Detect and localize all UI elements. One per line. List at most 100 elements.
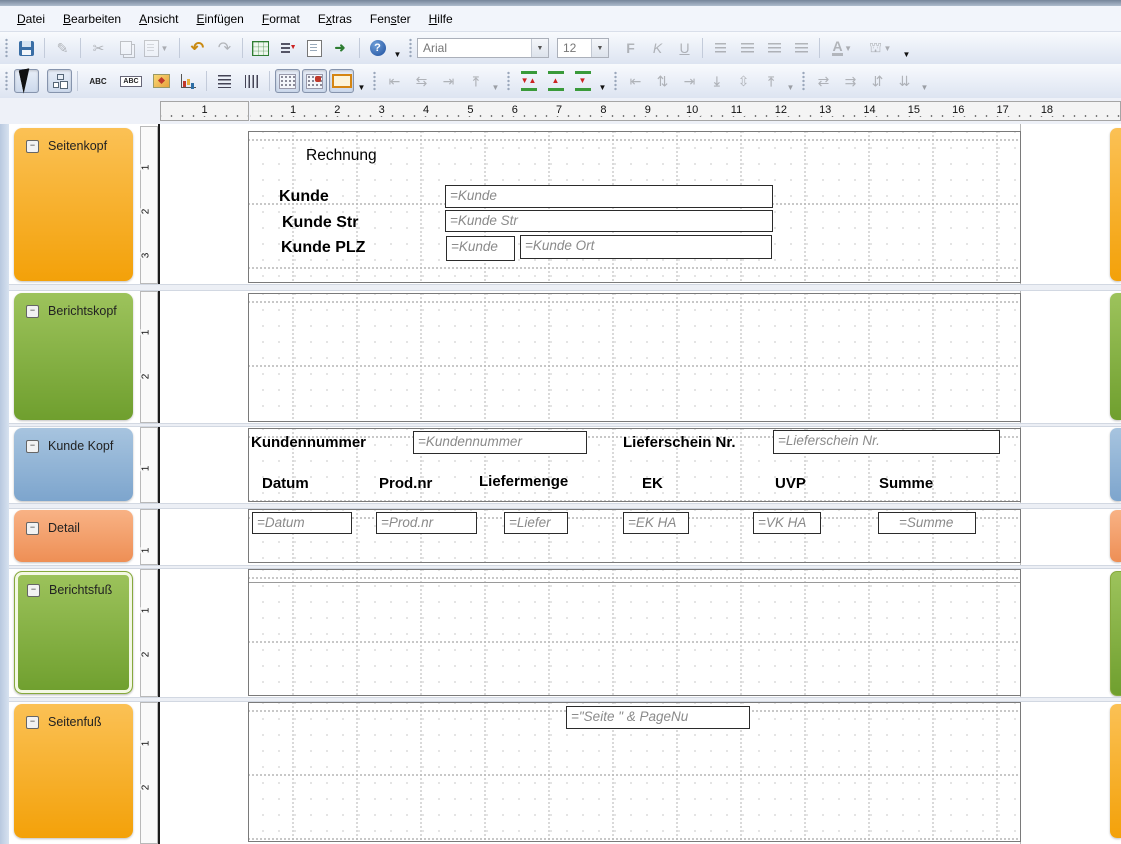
menu-format[interactable]: Format (253, 8, 309, 30)
insert-table-button[interactable] (248, 36, 273, 60)
collapse-icon[interactable]: − (26, 440, 39, 453)
distribute-increase-button[interactable]: ⇉ (838, 69, 863, 93)
toolbar-grip[interactable] (506, 71, 511, 91)
kunde-ort-field[interactable]: =Kunde Ort (520, 235, 772, 259)
text-box-button[interactable]: ABC (115, 69, 147, 93)
section-shrink-bottom-button[interactable]: ▼ (570, 69, 595, 93)
object-align-left-button[interactable]: ⇤ (382, 69, 407, 93)
distribute-horizontal-button[interactable]: ⇄ (811, 69, 836, 93)
toolbar-overflow-button[interactable]: ▼ (355, 68, 368, 94)
kunde-plz-label[interactable]: Kunde PLZ (281, 239, 365, 257)
helplines-button[interactable] (329, 69, 354, 93)
prodnr-field[interactable]: =Prod.nr (376, 512, 477, 534)
toolbar-grip[interactable] (408, 38, 413, 58)
object-center-horizontal-button[interactable]: ⇆ (409, 69, 434, 93)
lieferschein-label[interactable]: Lieferschein Nr. (623, 434, 736, 451)
edit-button[interactable]: ✎ (50, 36, 75, 60)
align-left-button[interactable] (708, 36, 733, 60)
toolbar-grip[interactable] (4, 38, 9, 58)
menu-hilfe[interactable]: Hilfe (420, 8, 462, 30)
datum-field[interactable]: =Datum (252, 512, 352, 534)
toolbar-overflow-button[interactable]: ▼ (918, 68, 931, 94)
cut-button[interactable]: ✂ (86, 36, 111, 60)
report-navigator-button[interactable] (47, 69, 72, 93)
paste-button[interactable]: ▼ (140, 36, 174, 60)
column-header-liefermenge[interactable]: Liefermenge (479, 473, 568, 490)
font-size-dropdown-icon[interactable]: ▼ (591, 39, 608, 57)
execute-report-button[interactable]: ➜ (329, 36, 354, 60)
column-header-summe[interactable]: Summe (879, 475, 933, 492)
object-align-top-button[interactable]: ⇤ (463, 69, 488, 93)
undo-button[interactable]: ↶ (185, 36, 210, 60)
column-header-ek[interactable]: EK (642, 475, 663, 492)
column-header-uvp[interactable]: UVP (775, 475, 806, 492)
summe-field[interactable]: =Summe (878, 512, 976, 534)
ek-field[interactable]: =EK HA (623, 512, 689, 534)
kunde-kopf-content[interactable]: Kundennummer =Kundennummer Lieferschein … (248, 428, 1021, 502)
arrange-left-button[interactable]: ⇤ (623, 69, 648, 93)
italic-button[interactable]: K (645, 36, 670, 60)
section-header-seitenkopf[interactable]: − Seitenkopf (14, 128, 133, 281)
seitenkopf-content[interactable]: Rechnung Kunde Kunde Str Kunde PLZ =Kund… (248, 131, 1021, 283)
arrange-bottom-button[interactable]: ⇥ (758, 69, 783, 93)
section-header-seitenfuss[interactable]: − Seitenfuß (14, 704, 133, 838)
toolbar-grip[interactable] (801, 71, 806, 91)
distribute-vertical-button[interactable]: ⇵ (865, 69, 890, 93)
menu-einfuegen[interactable]: Einfügen (187, 8, 252, 30)
save-button[interactable] (14, 36, 39, 60)
toolbar-overflow-button[interactable]: ▼ (784, 68, 797, 94)
font-name-combo[interactable]: Arial ▼ (417, 38, 549, 58)
section-header-berichtsfuss[interactable]: − Berichtsfuß (14, 571, 133, 694)
arrange-top-button[interactable]: ⇥ (704, 69, 729, 93)
toolbar-grip[interactable] (4, 71, 9, 91)
vk-field[interactable]: =VK HA (753, 512, 821, 534)
align-justify-button[interactable] (789, 36, 814, 60)
grid-visible-button[interactable] (275, 69, 300, 93)
menu-ansicht[interactable]: Ansicht (130, 8, 187, 30)
kundennummer-label[interactable]: Kundennummer (251, 434, 366, 451)
collapse-icon[interactable]: − (26, 716, 39, 729)
align-sections-top-button[interactable] (212, 69, 237, 93)
report-title-label[interactable]: Rechnung (306, 147, 377, 165)
toolbar-overflow-button[interactable]: ▼ (596, 68, 609, 94)
select-tool-button[interactable] (14, 69, 39, 93)
arrange-center-button[interactable]: ⇅ (650, 69, 675, 93)
align-right-button[interactable] (762, 36, 787, 60)
kunde-plz-field[interactable]: =Kunde (446, 236, 515, 261)
toolbar-grip[interactable] (372, 71, 377, 91)
underline-button[interactable]: U (672, 36, 697, 60)
liefermenge-field[interactable]: =Liefer (504, 512, 568, 534)
column-header-prodnr[interactable]: Prod.nr (379, 475, 432, 492)
detail-content[interactable]: =Datum =Prod.nr =Liefer =EK HA =VK HA =S… (248, 509, 1021, 563)
highlight-color-button[interactable]: ⛫▼ (863, 36, 899, 60)
bold-button[interactable]: F (618, 36, 643, 60)
berichtsfuss-content[interactable] (248, 569, 1021, 696)
section-header-berichtskopf[interactable]: − Berichtskopf (14, 293, 133, 420)
collapse-icon[interactable]: − (26, 140, 39, 153)
sorting-grouping-button[interactable] (275, 36, 300, 60)
redo-button[interactable]: ↷ (212, 36, 237, 60)
align-sections-bottom-button[interactable] (239, 69, 264, 93)
menu-extras[interactable]: Extras (309, 8, 361, 30)
copy-button[interactable] (113, 36, 138, 60)
section-fit-height-button[interactable]: ▼▲ (516, 69, 541, 93)
kunde-field[interactable]: =Kunde (445, 185, 773, 208)
arrange-right-button[interactable]: ⇥ (677, 69, 702, 93)
page-number-field[interactable]: ="Seite " & PageNu (566, 706, 750, 729)
toolbar-overflow-button[interactable]: ▼ (900, 35, 913, 61)
menu-datei[interactable]: Datei (8, 8, 54, 30)
distribute-decrease-button[interactable]: ⇊ (892, 69, 917, 93)
chart-button[interactable] (176, 69, 201, 93)
kunde-str-label[interactable]: Kunde Str (282, 214, 358, 232)
kunde-label[interactable]: Kunde (279, 188, 329, 206)
graphic-button[interactable] (149, 69, 174, 93)
toolbar-grip[interactable] (613, 71, 618, 91)
berichtskopf-content[interactable] (248, 293, 1021, 422)
toolbar-overflow-button[interactable]: ▼ (489, 68, 502, 94)
section-divider[interactable] (9, 284, 1121, 291)
help-button[interactable]: ? (365, 36, 390, 60)
page-settings-button[interactable] (302, 36, 327, 60)
section-header-detail[interactable]: − Detail (14, 510, 133, 562)
label-field-button[interactable]: ABC (83, 69, 113, 93)
section-header-kunde-kopf[interactable]: − Kunde Kopf (14, 428, 133, 501)
